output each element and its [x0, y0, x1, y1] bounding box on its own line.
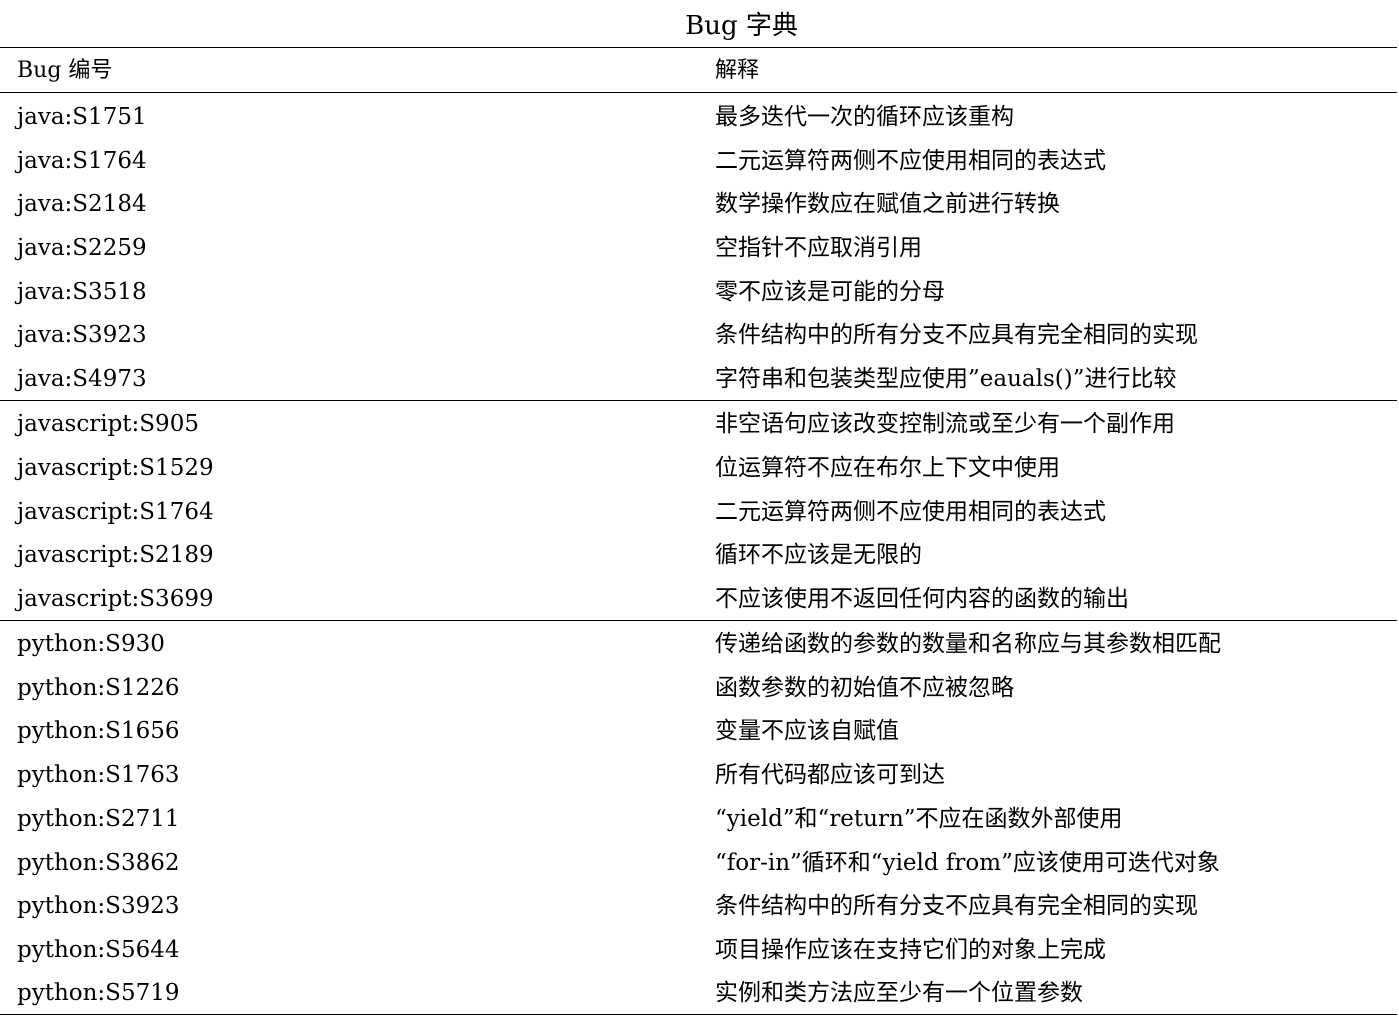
bug-id-cell: python:S1656 — [17, 718, 180, 744]
bug-desc-cell: 字符串和包装类型应使用”eauals()”进行比较 — [715, 366, 1177, 392]
bug-desc-cell: 数学操作数应在赋值之前进行转换 — [715, 191, 1060, 217]
table-row: python:S5719 实例和类方法应至少有一个位置参数 — [0, 971, 1397, 1015]
bug-desc-cell: 二元运算符两侧不应使用相同的表达式 — [715, 148, 1106, 174]
top-rule — [0, 47, 1397, 48]
bug-desc-cell: 实例和类方法应至少有一个位置参数 — [715, 980, 1083, 1006]
bug-desc-cell: “for-in”循环和“yield from”应该使用可迭代对象 — [715, 850, 1220, 876]
bug-id-cell: python:S3923 — [17, 893, 180, 919]
table-row: java:S2259 空指针不应取消引用 — [0, 226, 1397, 270]
table-row: java:S1751 最多迭代一次的循环应该重构 — [0, 95, 1397, 139]
bug-desc-cell: 不应该使用不返回任何内容的函数的输出 — [715, 586, 1129, 612]
bug-desc-cell: 函数参数的初始值不应被忽略 — [715, 675, 1014, 701]
table-row: java:S3518 零不应该是可能的分母 — [0, 270, 1397, 314]
group-divider-java — [0, 400, 1397, 401]
bug-id-cell: java:S3923 — [17, 322, 147, 348]
bug-id-cell: java:S1764 — [17, 148, 147, 174]
table-row: python:S1656 变量不应该自赋值 — [0, 709, 1397, 753]
bug-desc-cell: 传递给函数的参数的数量和名称应与其参数相匹配 — [715, 631, 1221, 657]
table-row: javascript:S2189 循环不应该是无限的 — [0, 533, 1397, 577]
table-row: javascript:S905 非空语句应该改变控制流或至少有一个副作用 — [0, 402, 1397, 446]
table-header-row: Bug 编号 解释 — [0, 49, 1397, 93]
bug-id-cell: java:S2184 — [17, 191, 147, 217]
bug-id-cell: javascript:S905 — [17, 411, 199, 437]
bug-desc-cell: 最多迭代一次的循环应该重构 — [715, 104, 1014, 130]
header-explanation: 解释 — [715, 58, 760, 83]
bug-id-cell: python:S5719 — [17, 980, 180, 1006]
bug-id-cell: java:S4973 — [17, 366, 147, 392]
bug-desc-cell: 位运算符不应在布尔上下文中使用 — [715, 455, 1060, 481]
bug-id-cell: javascript:S2189 — [17, 542, 214, 568]
bug-dictionary-page: Bug 字典 Bug 编号 解释 java:S1751 最多迭代一次的循环应该重… — [0, 0, 1399, 1023]
table-row: python:S2711 “yield”和“return”不应在函数外部使用 — [0, 797, 1397, 841]
bug-id-cell: python:S3862 — [17, 850, 180, 876]
table-row: python:S5644 项目操作应该在支持它们的对象上完成 — [0, 928, 1397, 972]
bug-id-cell: javascript:S1529 — [17, 455, 214, 481]
bug-desc-cell: “yield”和“return”不应在函数外部使用 — [715, 806, 1123, 832]
bug-desc-cell: 零不应该是可能的分母 — [715, 279, 945, 305]
group-divider-javascript — [0, 620, 1397, 621]
bug-desc-cell: 空指针不应取消引用 — [715, 235, 922, 261]
bug-id-cell: javascript:S3699 — [17, 586, 214, 612]
bug-id-cell: python:S1226 — [17, 675, 180, 701]
bug-desc-cell: 条件结构中的所有分支不应具有完全相同的实现 — [715, 893, 1198, 919]
bug-id-cell: java:S3518 — [17, 279, 147, 305]
bug-id-cell: python:S930 — [17, 631, 165, 657]
header-bug-id: Bug 编号 — [17, 58, 113, 83]
table-row: java:S1764 二元运算符两侧不应使用相同的表达式 — [0, 139, 1397, 183]
bug-desc-cell: 项目操作应该在支持它们的对象上完成 — [715, 937, 1106, 963]
bug-desc-cell: 所有代码都应该可到达 — [715, 762, 945, 788]
table-row: python:S3923 条件结构中的所有分支不应具有完全相同的实现 — [0, 884, 1397, 928]
table-row: java:S2184 数学操作数应在赋值之前进行转换 — [0, 182, 1397, 226]
bug-desc-cell: 二元运算符两侧不应使用相同的表达式 — [715, 499, 1106, 525]
table-row: java:S4973 字符串和包装类型应使用”eauals()”进行比较 — [0, 357, 1397, 401]
table-row: javascript:S1529 位运算符不应在布尔上下文中使用 — [0, 446, 1397, 490]
table-row: javascript:S1764 二元运算符两侧不应使用相同的表达式 — [0, 490, 1397, 534]
bug-id-cell: python:S2711 — [17, 806, 180, 832]
bug-desc-cell: 非空语句应该改变控制流或至少有一个副作用 — [715, 411, 1175, 437]
table-row: python:S1226 函数参数的初始值不应被忽略 — [0, 666, 1397, 710]
bug-desc-cell: 条件结构中的所有分支不应具有完全相同的实现 — [715, 322, 1198, 348]
table-row: java:S3923 条件结构中的所有分支不应具有完全相同的实现 — [0, 313, 1397, 357]
bug-id-cell: java:S1751 — [17, 104, 147, 130]
header-rule — [0, 92, 1397, 93]
bug-id-cell: java:S2259 — [17, 235, 147, 261]
bug-id-cell: python:S5644 — [17, 937, 180, 963]
table-row: javascript:S3699 不应该使用不返回任何内容的函数的输出 — [0, 577, 1397, 621]
table-row: python:S1763 所有代码都应该可到达 — [0, 753, 1397, 797]
bottom-rule — [0, 1014, 1397, 1015]
bug-id-cell: javascript:S1764 — [17, 499, 214, 525]
bug-id-cell: python:S1763 — [17, 762, 180, 788]
table-row: python:S930 传递给函数的参数的数量和名称应与其参数相匹配 — [0, 622, 1397, 666]
bug-desc-cell: 循环不应该是无限的 — [715, 542, 922, 568]
table-row: python:S3862 “for-in”循环和“yield from”应该使用… — [0, 841, 1397, 885]
table-title: Bug 字典 — [685, 11, 798, 41]
bug-desc-cell: 变量不应该自赋值 — [715, 718, 899, 744]
